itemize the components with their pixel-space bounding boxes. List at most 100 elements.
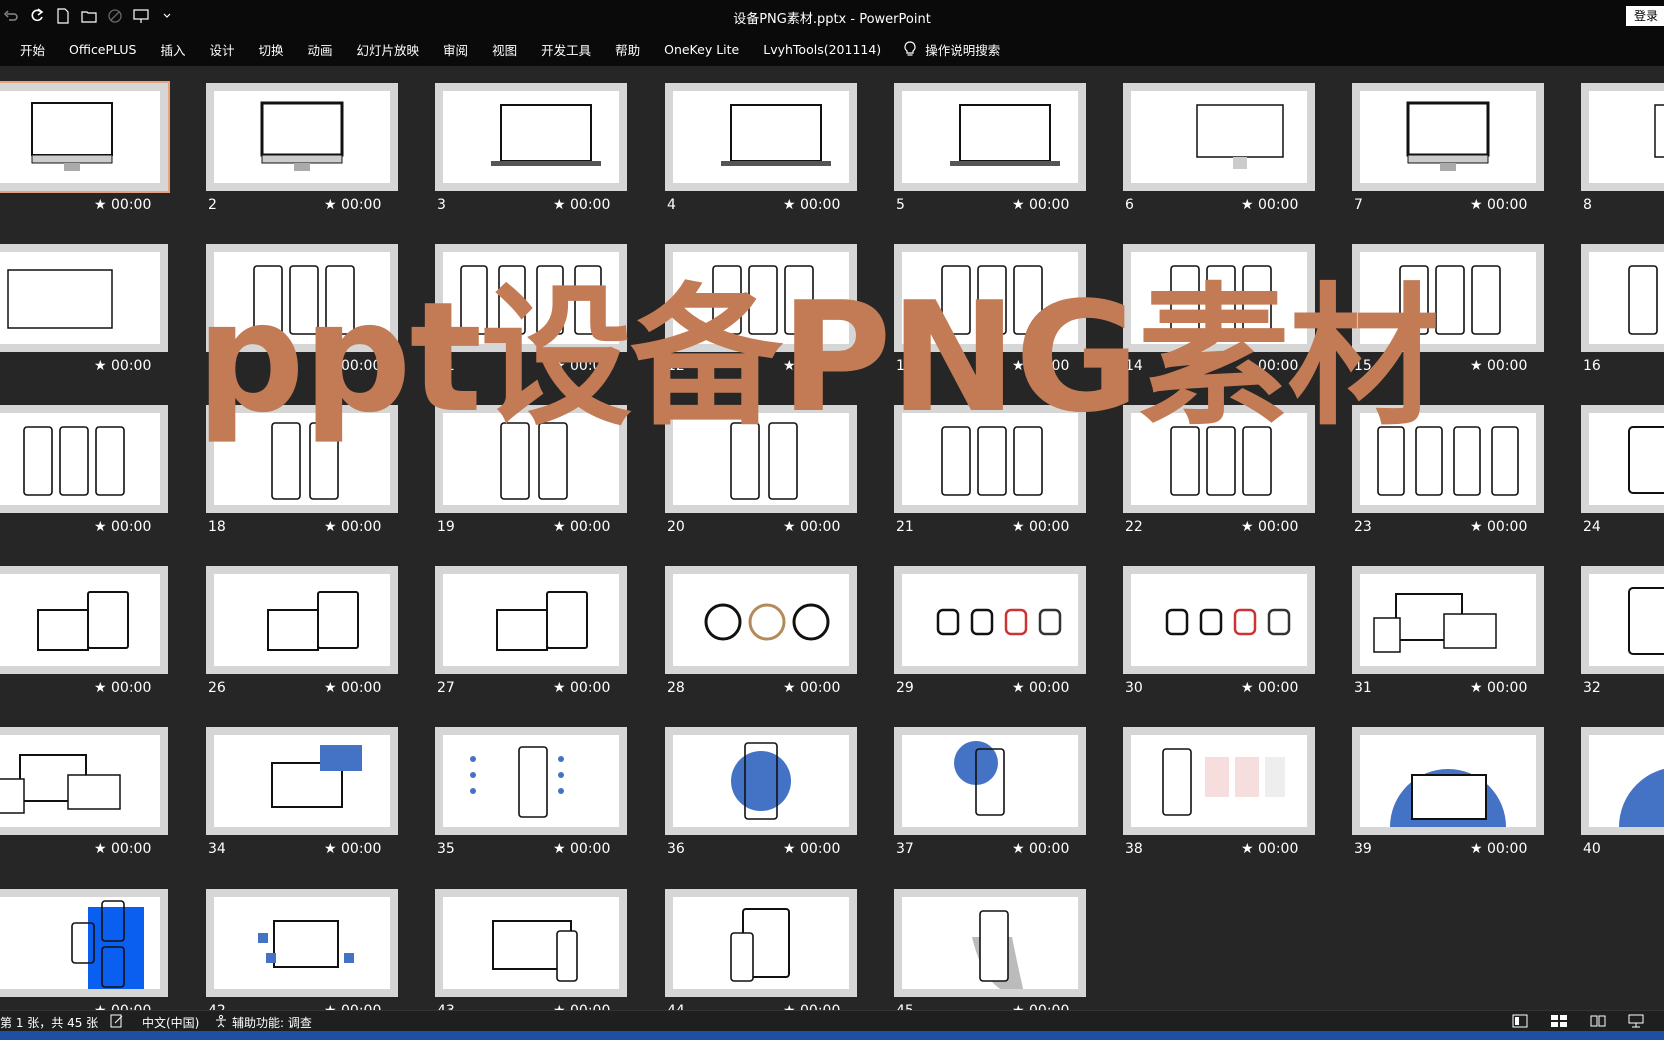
slide-sorter-view-icon[interactable] [1550,1014,1568,1031]
slide-thumbnail[interactable] [206,405,398,513]
accessibility-status[interactable]: 辅助功能: 调查 [232,1014,312,1031]
slide-thumbnail[interactable] [1123,244,1315,352]
slide-thumbnail[interactable] [0,566,168,674]
slide-thumbnail[interactable] [206,566,398,674]
ribbon-tabs: 开始 OfficePLUS 插入 设计 切换 动画 幻灯片放映 审阅 视图 开发… [0,32,1664,66]
slide-thumbnail[interactable] [665,566,857,674]
accessibility-icon[interactable] [214,1014,228,1031]
slide-thumbnail[interactable] [206,727,398,835]
slide-thumbnail[interactable] [894,244,1086,352]
slide-thumbnail[interactable] [1123,566,1315,674]
slide-thumbnail[interactable] [435,889,627,997]
title-bar: 设备PNG素材.pptx - PowerPoint 登录 [0,0,1664,32]
slide-thumbnail[interactable] [1352,244,1544,352]
slide-thumbnail[interactable] [206,244,398,352]
slide-thumbnail[interactable] [0,405,168,513]
slide-thumbnail[interactable] [1581,405,1664,513]
slide-timing: ★ 00:00 [94,841,152,857]
slide-thumbnail[interactable] [1352,566,1544,674]
slide-timing: ★ 00:00 [783,680,841,696]
slide-thumbnail[interactable] [1352,727,1544,835]
lightbulb-icon [904,41,916,56]
slide-thumbnail[interactable] [0,244,168,352]
slide-thumbnail[interactable] [435,405,627,513]
slide-thumbnail[interactable] [206,83,398,191]
slide-thumbnail[interactable] [894,566,1086,674]
slide-thumbnail[interactable] [1581,83,1664,191]
slide-thumbnail[interactable] [435,566,627,674]
slide-preview [443,897,619,989]
slide-thumbnail[interactable] [894,889,1086,997]
tab-onekey-lite[interactable]: OneKey Lite [652,42,751,57]
slide-thumbnail[interactable] [665,244,857,352]
slide-thumbnail[interactable] [435,727,627,835]
tab-home[interactable]: 开始 [0,40,57,59]
tab-officeplus[interactable]: OfficePLUS [57,42,148,57]
slide-number: 20 [667,519,685,535]
slide-thumbnail[interactable] [1581,244,1664,352]
tab-design[interactable]: 设计 [197,40,246,59]
slide-timing: ★ 00:00 [1012,519,1070,535]
notes-icon[interactable] [110,1014,124,1031]
slide-thumbnail[interactable] [665,83,857,191]
slide-thumbnail[interactable] [665,405,857,513]
tab-insert[interactable]: 插入 [148,40,197,59]
slide-thumbnail[interactable] [0,81,170,193]
tab-slideshow[interactable]: 幻灯片放映 [345,40,432,59]
slide-sorter[interactable]: 1★ 00:002★ 00:003★ 00:004★ 00:005★ 00:00… [0,66,1664,1010]
language-status[interactable]: 中文(中国) [142,1014,199,1031]
slide-number: 15 [1354,358,1372,374]
slide-number: 37 [896,841,914,857]
slide-thumbnail[interactable] [894,727,1086,835]
slide-preview [1360,252,1536,344]
slide-timing: ★ 00:00 [1470,197,1528,213]
tab-review[interactable]: 审阅 [431,40,480,59]
slide-thumbnail[interactable] [206,889,398,997]
slide-thumbnail[interactable] [1352,83,1544,191]
slide-thumbnail[interactable] [1581,566,1664,674]
slide-number: 34 [208,841,226,857]
slide-thumbnail[interactable] [1123,727,1315,835]
presenter-view-icon[interactable] [1628,1014,1644,1031]
tab-lvyhtools[interactable]: LvyhTools(201114) [751,42,893,57]
slide-number: 31 [1354,680,1372,696]
tab-help[interactable]: 帮助 [603,40,652,59]
slide-thumbnail[interactable] [665,889,857,997]
tab-animations[interactable]: 动画 [296,40,345,59]
slide-thumbnail[interactable] [1581,727,1664,835]
slide-number: 5 [896,197,905,213]
slide-number: 44 [667,1003,685,1010]
slide-preview [1131,735,1307,827]
slide-number: 7 [1354,197,1363,213]
slide-preview [0,735,160,827]
tell-me-search[interactable]: 操作说明搜索 [893,40,1000,59]
status-bar: 第 1 张，共 45 张 中文(中国) 辅助功能: 调查 [0,1010,1664,1032]
tab-developer[interactable]: 开发工具 [529,40,603,59]
slide-preview [214,897,390,989]
slide-preview [443,252,619,344]
tab-transitions[interactable]: 切换 [247,40,296,59]
login-button[interactable]: 登录 [1625,6,1664,26]
slide-preview [214,252,390,344]
slide-thumbnail[interactable] [665,727,857,835]
normal-view-icon[interactable] [1512,1014,1528,1031]
slide-preview [214,735,390,827]
slide-thumbnail[interactable] [1123,405,1315,513]
reading-view-icon[interactable] [1590,1014,1606,1031]
slide-thumbnail[interactable] [435,83,627,191]
slide-thumbnail[interactable] [1352,405,1544,513]
slide-thumbnail[interactable] [0,727,168,835]
slide-preview [0,252,160,344]
slide-thumbnail[interactable] [894,83,1086,191]
slide-thumbnail[interactable] [0,889,168,997]
slide-timing: ★ 00:00 [1241,841,1299,857]
slide-thumbnail[interactable] [1123,83,1315,191]
slide-preview [902,735,1078,827]
slide-timing: ★ 00:00 [553,1003,610,1010]
tab-view[interactable]: 视图 [480,40,529,59]
slide-thumbnail[interactable] [894,405,1086,513]
slide-timing: ★ 00:00 [94,197,152,213]
slide-number: 23 [1354,519,1372,535]
slide-thumbnail[interactable] [435,244,627,352]
slide-timing: ★ 00:00 [553,841,611,857]
